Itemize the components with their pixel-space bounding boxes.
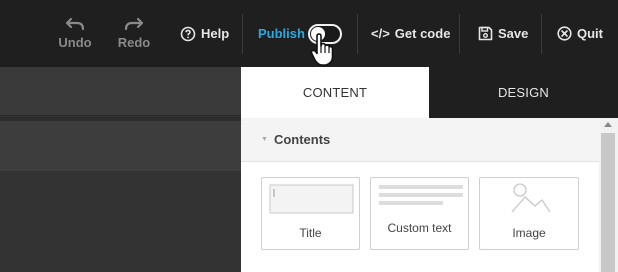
image-widget-card[interactable]: Image [479,177,579,250]
toolbar-divider [459,14,460,54]
publish-label-item[interactable]: Publish [258,0,305,67]
widget-label: Title [299,226,322,240]
tab-content[interactable]: CONTENT [241,67,429,118]
code-icon: </> [371,26,390,41]
toolbar-divider [242,14,243,54]
scroll-up-arrow-icon[interactable] [604,122,612,127]
undo-label: Undo [58,35,92,50]
floppy-disk-icon [478,26,493,41]
section-title: Contents [273,132,331,147]
title-placeholder-icon [269,184,354,214]
scrollbar-thumb[interactable] [601,133,615,272]
help-label: Help [201,26,230,41]
undo-button[interactable]: Undo [58,0,92,67]
redo-label: Redo [117,35,151,50]
get-code-button[interactable]: </> Get code [371,0,450,67]
top-toolbar: Undo Redo Help Publish </> Get code Save… [0,0,618,67]
contents-section-header[interactable]: ▼ Contents [241,118,599,162]
get-code-label: Get code [394,26,451,41]
undo-arrow-icon [65,17,85,31]
tab-content-label: CONTENT [302,85,368,100]
caret-down-icon: ▼ [261,136,268,143]
canvas-block[interactable] [0,67,241,116]
publish-label: Publish [258,26,305,41]
image-placeholder-icon [511,183,551,213]
save-button[interactable]: Save [478,0,528,67]
tab-design-label: DESIGN [497,85,550,100]
quit-button[interactable]: Quit [557,0,603,67]
help-button[interactable]: Help [180,0,229,67]
hand-pointer-icon [310,33,334,66]
custom-text-widget-card[interactable]: Custom text [370,177,469,250]
close-circle-icon [557,26,572,41]
widget-label: Custom text [387,221,452,235]
editor-canvas[interactable] [0,67,241,272]
text-lines-icon [379,185,463,205]
widget-label: Image [512,226,546,240]
quit-label: Quit [577,26,603,41]
question-circle-icon [180,26,196,41]
redo-button[interactable]: Redo [116,0,152,67]
canvas-block[interactable] [0,121,241,171]
redo-arrow-icon [124,17,144,31]
panel-scrollbar[interactable] [599,118,618,272]
save-label: Save [498,26,529,41]
title-widget-card[interactable]: Title [261,177,360,250]
toolbar-divider [357,14,358,54]
side-panel: CONTENT DESIGN ▼ Contents Title Custom t… [241,67,618,272]
toolbar-divider [541,14,542,54]
tab-design[interactable]: DESIGN [429,67,618,118]
